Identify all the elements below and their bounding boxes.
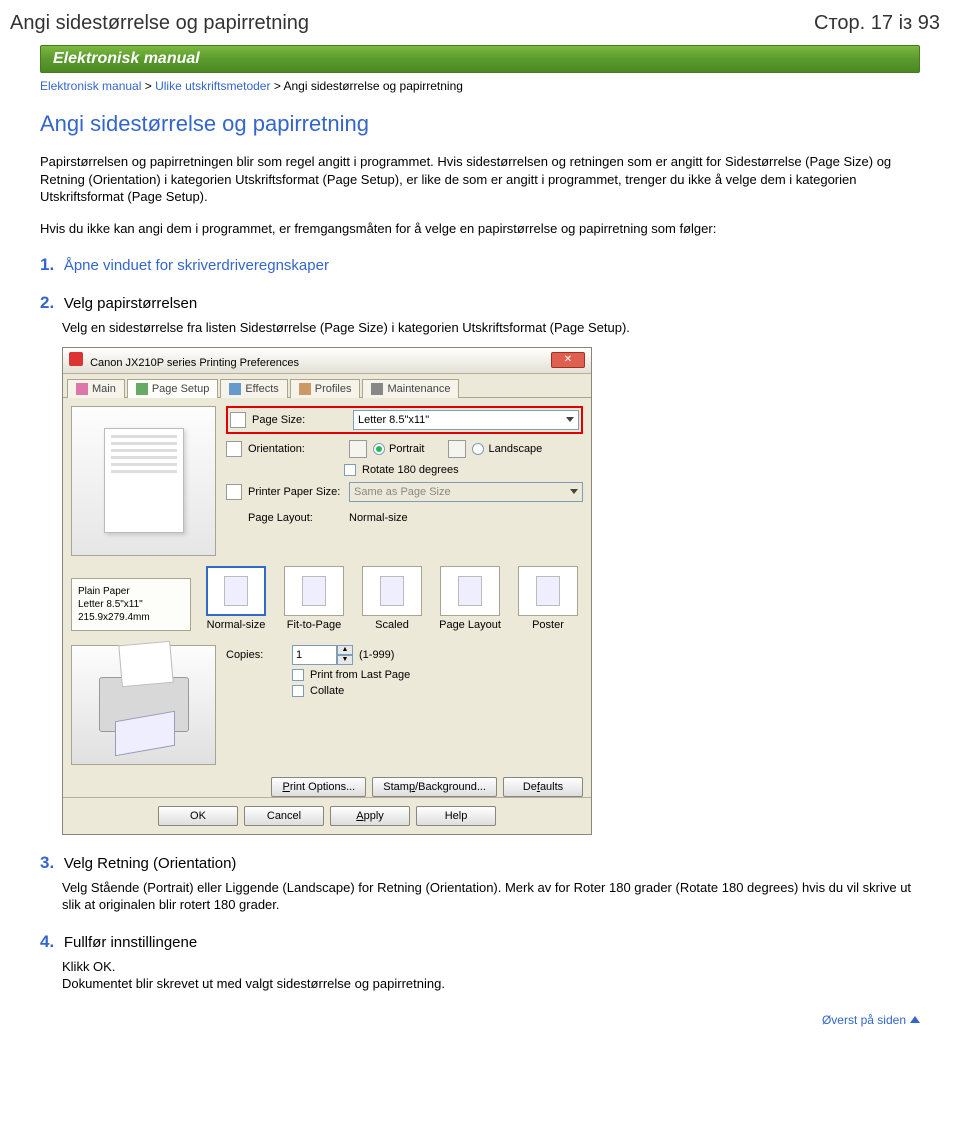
step-number: 4. [40,932,54,951]
profiles-icon [299,383,311,395]
chevron-down-icon [570,489,578,494]
page-size-select[interactable]: Letter 8.5"x11" [353,410,579,430]
layout-scaled[interactable]: Scaled [357,566,427,631]
print-last-checkbox[interactable] [292,669,304,681]
layout-fit[interactable]: Fit-to-Page [279,566,349,631]
step-body: Velg en sidestørrelse fra listen Sidestø… [62,319,920,337]
step-number: 2. [40,293,54,312]
copies-range: (1-999) [359,649,394,661]
tab-effects[interactable]: Effects [220,379,287,398]
dialog-titlebar: Canon JX210P series Printing Preferences… [63,348,591,374]
step-number: 1. [40,255,54,274]
step-title: Velg Retning (Orientation) [64,855,237,872]
step-number: 3. [40,853,54,872]
print-options-button[interactable]: Print Options... [271,777,366,797]
step-2: 2. Velg papirstørrelsen [40,293,920,313]
step-body: Velg Stående (Portrait) eller Liggende (… [62,879,920,914]
breadcrumb-root[interactable]: Elektronisk manual [40,79,141,93]
page-size-icon [230,412,246,428]
step-title: Velg papirstørrelsen [64,295,197,312]
portrait-icon [349,440,367,458]
copies-input[interactable] [292,645,337,665]
step-body: Klikk OK. Dokumentet blir skrevet ut med… [62,958,920,993]
close-button[interactable]: ✕ [551,352,585,368]
back-to-top-link[interactable]: Øverst på siden [40,1013,920,1027]
breadcrumb-sep: > [145,79,152,93]
apply-button[interactable]: Apply [330,806,410,826]
copies-label: Copies: [226,649,286,661]
dialog-title-text: Canon JX210P series Printing Preferences [90,357,299,369]
printing-preferences-dialog: Canon JX210P series Printing Preferences… [62,347,592,835]
dialog-tabs: Main Page Setup Effects Profiles Mainten… [63,374,591,398]
tab-page-setup[interactable]: Page Setup [127,379,219,398]
orientation-label: Orientation: [248,443,343,455]
step-4: 4. Fullfør innstillingene [40,932,920,952]
tab-main[interactable]: Main [67,379,125,398]
spin-up-icon[interactable]: ▲ [337,645,353,655]
intro-paragraph-1: Papirstørrelsen og papirretningen blir s… [40,153,920,206]
layout-normal[interactable]: Normal-size [201,566,271,631]
breadcrumb-mid[interactable]: Ulike utskriftsmetoder [155,79,270,93]
page-title: Angi sidestørrelse og papirretning [40,111,920,137]
printer-paper-label: Printer Paper Size: [248,486,343,498]
spin-down-icon[interactable]: ▼ [337,655,353,665]
tab-profiles[interactable]: Profiles [290,379,361,398]
page-header: Angi sidestørrelse og papirretning Стор.… [0,0,960,45]
step-title: Fullfør innstillingene [64,934,197,951]
tab-maintenance[interactable]: Maintenance [362,379,459,398]
paper-info-panel: Plain Paper Letter 8.5"x11" 215.9x279.4m… [71,578,191,631]
copies-spinner[interactable]: ▲▼ [292,645,353,665]
step-3: 3. Velg Retning (Orientation) [40,853,920,873]
breadcrumb-current: Angi sidestørrelse og papirretning [284,79,463,93]
step-title-link[interactable]: Åpne vinduet for skriverdriveregnskaper [64,257,329,274]
collate-label: Collate [310,685,344,697]
page-preview [71,406,216,556]
layout-poster[interactable]: Poster [513,566,583,631]
page-indicator: Стор. 17 із 93 [814,12,940,35]
printer-illustration [71,645,216,765]
maintenance-icon [371,383,383,395]
printer-paper-icon [226,484,242,500]
up-arrow-icon [910,1016,920,1023]
rotate-label: Rotate 180 degrees [362,464,459,476]
chevron-down-icon [566,417,574,422]
defaults-button[interactable]: Defaults [503,777,583,797]
stamp-background-button[interactable]: Stamp/Background... [372,777,497,797]
printer-paper-select[interactable]: Same as Page Size [349,482,583,502]
main-icon [76,383,88,395]
step-1: 1. Åpne vinduet for skriverdriveregnskap… [40,255,920,275]
cancel-button[interactable]: Cancel [244,806,324,826]
portrait-radio[interactable]: Portrait [373,443,424,455]
breadcrumb-sep: > [274,79,281,93]
page-layout-value: Normal-size [349,512,408,524]
breadcrumb: Elektronisk manual > Ulike utskriftsmeto… [40,79,920,93]
app-icon [69,352,83,366]
page-size-highlight: Page Size: Letter 8.5"x11" [226,406,583,434]
intro-paragraph-2: Hvis du ikke kan angi dem i programmet, … [40,220,920,238]
layout-pagelayout[interactable]: Page Layout [435,566,505,631]
collate-checkbox[interactable] [292,685,304,697]
page-layout-label: Page Layout: [248,512,343,524]
effects-icon [229,383,241,395]
page-setup-icon [136,383,148,395]
page-size-label: Page Size: [252,414,347,426]
landscape-radio[interactable]: Landscape [472,443,542,455]
print-last-label: Print from Last Page [310,669,410,681]
landscape-icon [448,440,466,458]
layout-options: Normal-size Fit-to-Page Scaled Page Layo… [201,566,583,631]
doc-title: Angi sidestørrelse og papirretning [10,12,309,35]
orientation-icon [226,441,242,457]
help-button[interactable]: Help [416,806,496,826]
manual-banner: Elektronisk manual [40,45,920,73]
ok-button[interactable]: OK [158,806,238,826]
rotate-checkbox[interactable] [344,464,356,476]
